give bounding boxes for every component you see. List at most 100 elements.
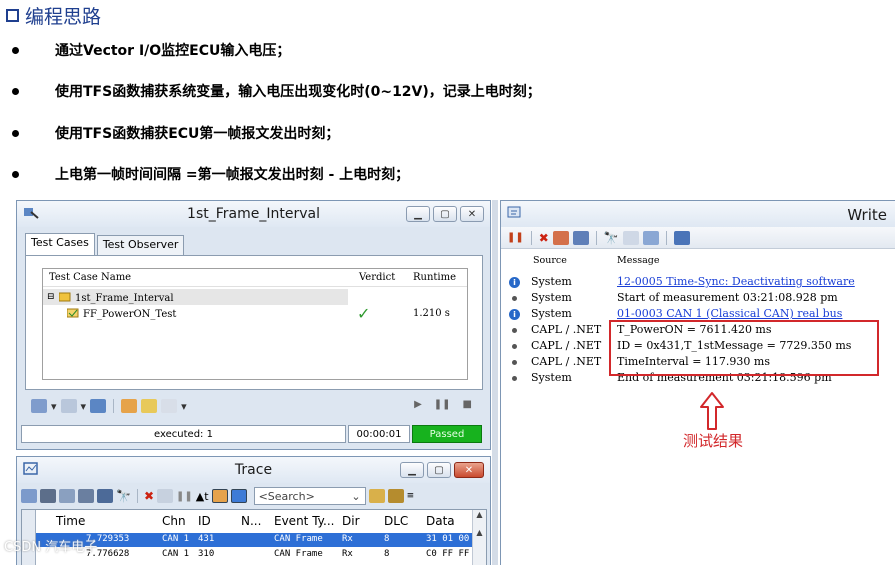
collapse-icon[interactable]: ⊟ xyxy=(47,292,55,302)
bullet-dot-icon xyxy=(512,376,517,381)
document-icon[interactable] xyxy=(161,399,178,413)
list-item[interactable]: System Start of measurement 03:21:08.928… xyxy=(507,290,895,306)
columns-icon[interactable] xyxy=(40,489,56,503)
binoculars-icon[interactable]: 🔭 xyxy=(604,231,619,245)
toolbar-overflow-icon[interactable]: ≡ xyxy=(407,491,415,501)
column-header-verdict[interactable]: Verdict xyxy=(359,272,395,283)
write-window-titlebar[interactable]: Write xyxy=(501,201,895,227)
test-module-icon[interactable] xyxy=(90,399,107,413)
settings-icon[interactable] xyxy=(572,230,589,245)
clear-icon[interactable]: ✖ xyxy=(144,489,154,503)
test-case-table: Test Case Name Verdict Runtime ⊟ 1st_Fra… xyxy=(42,268,468,380)
column-header-dlc[interactable]: DLC xyxy=(384,514,408,528)
pause-icon[interactable]: ❚❚ xyxy=(434,399,451,410)
folder-icon[interactable] xyxy=(141,399,158,413)
clear-icon[interactable]: ✖ xyxy=(539,231,549,245)
trace-window-titlebar[interactable]: Trace ▁ ▢ ✕ xyxy=(17,457,490,483)
column-header-source[interactable]: Source xyxy=(533,255,567,266)
edit-icon[interactable] xyxy=(60,399,77,413)
binoculars-icon[interactable]: 🔭 xyxy=(116,489,131,503)
column-header-chn[interactable]: Chn xyxy=(162,514,186,528)
dropdown-arrow-icon[interactable]: ▾ xyxy=(181,400,187,413)
slide-title: 编程思路 xyxy=(6,2,101,28)
message-source: System xyxy=(531,291,572,304)
tab-test-cases[interactable]: Test Cases xyxy=(25,233,95,255)
detail-icon[interactable] xyxy=(157,489,174,503)
column-header-time[interactable]: Time xyxy=(56,514,85,528)
stop-icon[interactable]: ■ xyxy=(463,399,472,410)
write-window-icon xyxy=(507,206,521,218)
vertical-scrollbar[interactable]: ▲ ▲ xyxy=(472,510,486,565)
test-toolbar: ▾ ▾ ▾ xyxy=(31,399,187,413)
trace-search-input[interactable]: <Search> ⌄ xyxy=(253,487,366,505)
table-header: Test Case Name Verdict Runtime xyxy=(43,269,467,287)
column-header-data[interactable]: Data xyxy=(426,514,455,528)
table-row[interactable]: 7.729353 CAN 1 431 CAN Frame Rx 8 31 01 … xyxy=(36,533,472,547)
message-link[interactable]: 12-0005 Time-Sync: Deactivating software xyxy=(617,275,855,288)
close-button[interactable]: ✕ xyxy=(454,462,484,478)
dropdown-arrow-icon[interactable]: ▾ xyxy=(51,400,57,413)
watermark-text: CSDN 汽车电子 xyxy=(4,540,98,555)
decode-icon[interactable] xyxy=(78,489,94,503)
pause-icon[interactable]: ❚❚ xyxy=(176,491,193,502)
find-next-icon[interactable] xyxy=(387,489,404,503)
bullet-dot-icon xyxy=(12,171,19,178)
close-button[interactable]: ✕ xyxy=(460,206,484,222)
message-link[interactable]: 01-0003 CAN 1 (Classical CAN) real bus xyxy=(617,307,842,320)
message-source: CAPL / .NET xyxy=(531,339,602,352)
column-header-runtime[interactable]: Runtime xyxy=(413,272,456,283)
clear-all-icon[interactable] xyxy=(552,230,569,245)
executed-count: executed: 1 xyxy=(21,425,346,443)
table-row[interactable]: 7.776628 CAN 1 310 CAN Frame Rx 8 C0 FF … xyxy=(36,548,472,562)
column-header-message[interactable]: Message xyxy=(617,255,659,266)
bullet-dot-icon xyxy=(512,296,517,301)
minimize-button[interactable]: ▁ xyxy=(400,462,424,478)
window-splitter[interactable] xyxy=(492,200,498,565)
symbol-icon[interactable] xyxy=(97,489,113,503)
test-result-annotation: 测试结果 xyxy=(683,432,744,450)
auto-scroll-icon[interactable]: ▲t xyxy=(196,490,209,503)
chevron-down-icon[interactable]: ⌄ xyxy=(351,490,360,503)
highlight-icon[interactable] xyxy=(230,489,247,503)
pause-icon[interactable]: ❚❚ xyxy=(507,232,524,243)
test-status-bar: executed: 1 00:00:01 Passed xyxy=(21,425,482,443)
play-icon[interactable]: ▶ xyxy=(414,399,422,410)
table-row[interactable]: FF_PowerON_Test ✓ 1.210 s xyxy=(43,304,467,323)
cell-id: 431 xyxy=(198,534,215,544)
column-header-name[interactable]: N... xyxy=(241,514,261,528)
cell-event-type: CAN Frame xyxy=(274,549,323,559)
maximize-button[interactable]: ▢ xyxy=(433,206,457,222)
table-row[interactable]: ⊟ 1st_Frame_Interval xyxy=(43,289,467,305)
maximize-button[interactable]: ▢ xyxy=(427,462,451,478)
filter-icon[interactable] xyxy=(21,489,37,503)
break-icon[interactable] xyxy=(121,399,138,413)
column-header-name[interactable]: Test Case Name xyxy=(49,272,131,283)
window-options-icon[interactable] xyxy=(673,230,690,245)
message-source: CAPL / .NET xyxy=(531,355,602,368)
copy-icon[interactable] xyxy=(622,230,639,245)
cell-chn: CAN 1 xyxy=(162,534,190,544)
test-group-name: 1st_Frame_Interval xyxy=(75,293,174,304)
column-header-event-type[interactable]: Event Ty... xyxy=(274,514,335,528)
find-previous-icon[interactable] xyxy=(368,489,385,503)
minimize-button[interactable]: ▁ xyxy=(406,206,430,222)
bullet-text: 通过Vector I/O监控ECU输入电压； xyxy=(55,43,291,59)
time-mode-icon[interactable] xyxy=(59,489,75,503)
message-source: CAPL / .NET xyxy=(531,323,602,336)
column-header-id[interactable]: ID xyxy=(198,514,211,528)
cell-dir: Rx xyxy=(342,534,353,544)
verdict-check-icon: ✓ xyxy=(357,304,371,323)
cell-chn: CAN 1 xyxy=(162,549,190,559)
info-icon: i xyxy=(509,277,520,288)
tab-test-observer[interactable]: Test Observer xyxy=(96,235,185,255)
test-window-titlebar[interactable]: 1st_Frame_Interval ▁ ▢ ✕ xyxy=(17,201,490,227)
column-header-dir[interactable]: Dir xyxy=(342,514,360,528)
view-icon[interactable] xyxy=(211,489,228,503)
report-icon[interactable] xyxy=(31,399,47,413)
test-case-icon xyxy=(67,308,79,318)
dropdown-arrow-icon[interactable]: ▾ xyxy=(81,400,87,413)
list-item[interactable]: i System 12-0005 Time-Sync: Deactivating… xyxy=(507,274,895,290)
status-badge: Passed xyxy=(412,425,482,443)
save-icon[interactable] xyxy=(642,230,659,245)
bullet-item: 使用TFS函数捕获系统变量，输入电压出现变化时(0~12V)，记录上电时刻； xyxy=(12,81,541,101)
